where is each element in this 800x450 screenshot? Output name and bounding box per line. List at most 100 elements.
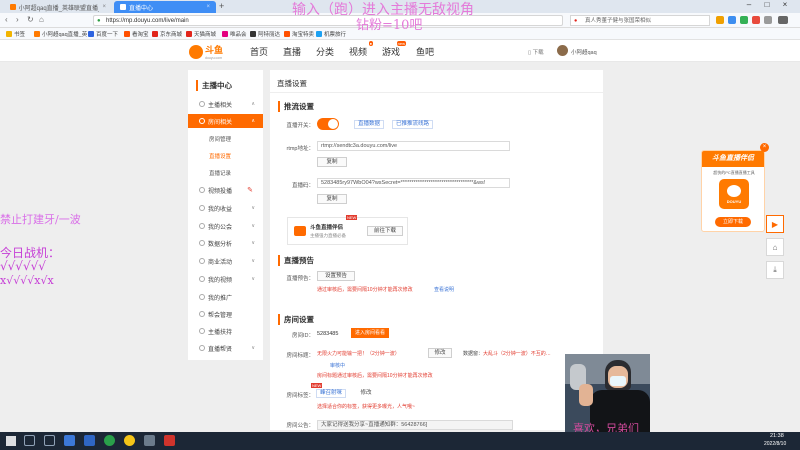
extension-icon[interactable] [740,16,748,24]
app-icon[interactable] [144,435,155,446]
sidebar-subitem-live-settings[interactable]: 直播设置 [209,152,231,160]
stream-code-field[interactable]: 5283485ry97WbO04?wsSecret=**************… [317,178,510,188]
copy-rtmp-button[interactable]: 复制 [317,157,347,167]
extension-icon[interactable] [728,16,736,24]
menu-icon[interactable] [778,16,788,24]
nav-live[interactable]: 直播 [283,45,301,58]
app-icon[interactable] [164,435,175,446]
home-icon[interactable]: ⌂ [39,15,44,24]
sidebar-subitem-live-records[interactable]: 直播记录 [209,169,231,177]
clock-time[interactable]: 21:38 [770,433,784,439]
play-side-button[interactable]: ▶ [766,215,784,233]
sidebar-subitem-room-manage[interactable]: 房间管理 [209,135,231,143]
bookmark-item[interactable]: 机票旅行 [316,30,346,38]
nav-game[interactable]: 游戏 new [382,41,407,58]
sidebar-item-guild[interactable]: 我的公会 ∨ [188,219,263,233]
divider [270,92,603,93]
sidebar-item-income[interactable]: 我的收益 ∨ [188,201,263,215]
modify-tag-button[interactable]: 修改 [354,389,378,399]
modify-title-button[interactable]: 修改 [428,348,452,358]
sidebar-item-anchor[interactable]: 主播相关 ∧ [188,97,263,111]
promo-download-button[interactable]: 立即下载 [715,217,751,227]
sidebar-item-my-video[interactable]: 我的视频 ∨ [188,272,263,286]
fish-logo-icon [189,44,203,59]
app-icon-label: DOUYU [726,199,742,204]
link-live-data[interactable]: 直播数据 [354,120,385,129]
sidebar-item-promotion[interactable]: 我的推广 [188,290,263,304]
notice-help-link[interactable]: 查看说明 [434,286,454,293]
search-text: 真人秀董子健与张国荣相似 [585,18,652,24]
companion-float-panel[interactable]: × 斗鱼直播伴侣 超快的PC直播直播工具 DOUYU 立即下载 [701,143,769,232]
close-icon[interactable]: × [206,4,210,10]
companion-subtitle: 主播强力直播必备 [310,233,346,238]
room-tag-chip[interactable]: 峰召射咪 [316,389,347,398]
home-side-button[interactable]: ⌂ [766,238,784,256]
link-push-lines[interactable]: 已推推流线路 [392,120,434,129]
shield-app-icon[interactable] [84,435,95,446]
browser-app-icon[interactable] [64,435,75,446]
download-companion-button[interactable]: 前往下载 [367,226,403,236]
extension-icon[interactable] [752,16,760,24]
nav-video[interactable]: 视频 ● [349,41,374,58]
new-badge: NEW [311,383,323,388]
windows-start-icon[interactable] [6,436,16,446]
wechat-app-icon[interactable] [104,435,115,446]
sidebar-item-business[interactable]: 商业活动 ∨ [188,254,263,268]
nav-category[interactable]: 分类 [316,45,334,58]
back-icon[interactable]: ‹ [5,15,8,24]
room-data-value: 大乱斗（2分钟一波）不互的… [483,351,551,357]
chevron-icon: ∨ [251,205,255,211]
new-tab-button[interactable]: + [219,1,224,11]
bookmark-icon [284,31,290,37]
sidebar-item-video-cast[interactable]: 视频投播 ✎ [188,183,263,197]
bookmark-item[interactable]: 淘宝特卖 [284,30,314,38]
nav-home[interactable]: 首页 [250,45,268,58]
rtmp-label: rtmp地址： [286,146,314,152]
nav-yuba[interactable]: 鱼吧 [416,45,434,58]
live-toggle[interactable] [317,118,339,130]
new-badge: NEW [346,215,358,220]
window-close-button[interactable]: × [778,0,792,9]
app-icon[interactable] [124,435,135,446]
browser-tab-active[interactable]: 直播中心 × [114,1,216,13]
forward-icon[interactable]: › [16,15,19,24]
bookmark-item[interactable]: 京东商城 [152,30,182,38]
sidebar-item-help[interactable]: 直播帮贤 ∨ [188,341,263,355]
sidebar-item-room[interactable]: 房间相关 ∧ [188,114,263,128]
clock-date[interactable]: 2022/8/10 [764,441,786,447]
avatar[interactable] [557,45,568,56]
sidebar-item-clan[interactable]: 帮会管理 [188,307,263,321]
close-icon[interactable]: × [102,4,106,10]
download-side-button[interactable]: ⤓ [766,261,784,279]
switch-label: 直播开关： [286,123,314,129]
bookmark-item[interactable]: 书签 [6,30,25,38]
extension-icon[interactable] [716,16,724,24]
enter-room-button[interactable]: 进入房间看看 [351,328,390,338]
bookmark-item[interactable]: 天猫商城 [186,30,216,38]
download-link[interactable]: ▯ 下载 [528,48,544,56]
bookmark-item[interactable]: 唯品会 [222,30,247,38]
bookmark-item[interactable]: 小阿超qaq直播_英 [34,30,87,38]
bookmark-item[interactable]: 看淘宝 [124,30,149,38]
browser-tab[interactable]: 小阿超qaq直播_英雄联盟直播_斗鱼直… × [4,1,112,13]
browser-search-input[interactable]: ● 真人秀董子健与张国荣相似 [570,15,710,26]
extension-icon[interactable] [764,16,772,24]
room-icon [199,118,205,124]
chevron-icon: ∨ [251,276,255,282]
search-icon[interactable] [24,435,35,446]
username[interactable]: 小阿超qaq [571,48,597,56]
set-notice-button[interactable]: 设置预告 [317,271,355,281]
income-icon [199,205,205,211]
bookmark-item[interactable]: 阿特丽达 [250,30,280,38]
sidebar-item-data[interactable]: 数据分析 ∨ [188,236,263,250]
maximize-button[interactable]: □ [760,0,774,9]
douyu-logo[interactable]: 斗鱼 douyu.com [189,43,223,60]
minimize-button[interactable]: – [742,0,756,9]
sidebar-item-support[interactable]: 主播扶持 [188,324,263,338]
bookmark-item[interactable]: 百度一下 [88,30,118,38]
rtmp-field[interactable]: rtmp://sendtc3a.douyu.com/live [317,141,510,151]
room-notice-field[interactable]: 大家记得送我分享~直播通知群：56428766] [317,420,513,430]
copy-code-button[interactable]: 复制 [317,194,347,204]
task-view-icon[interactable] [44,435,55,446]
refresh-icon[interactable]: ↻ [27,15,34,24]
